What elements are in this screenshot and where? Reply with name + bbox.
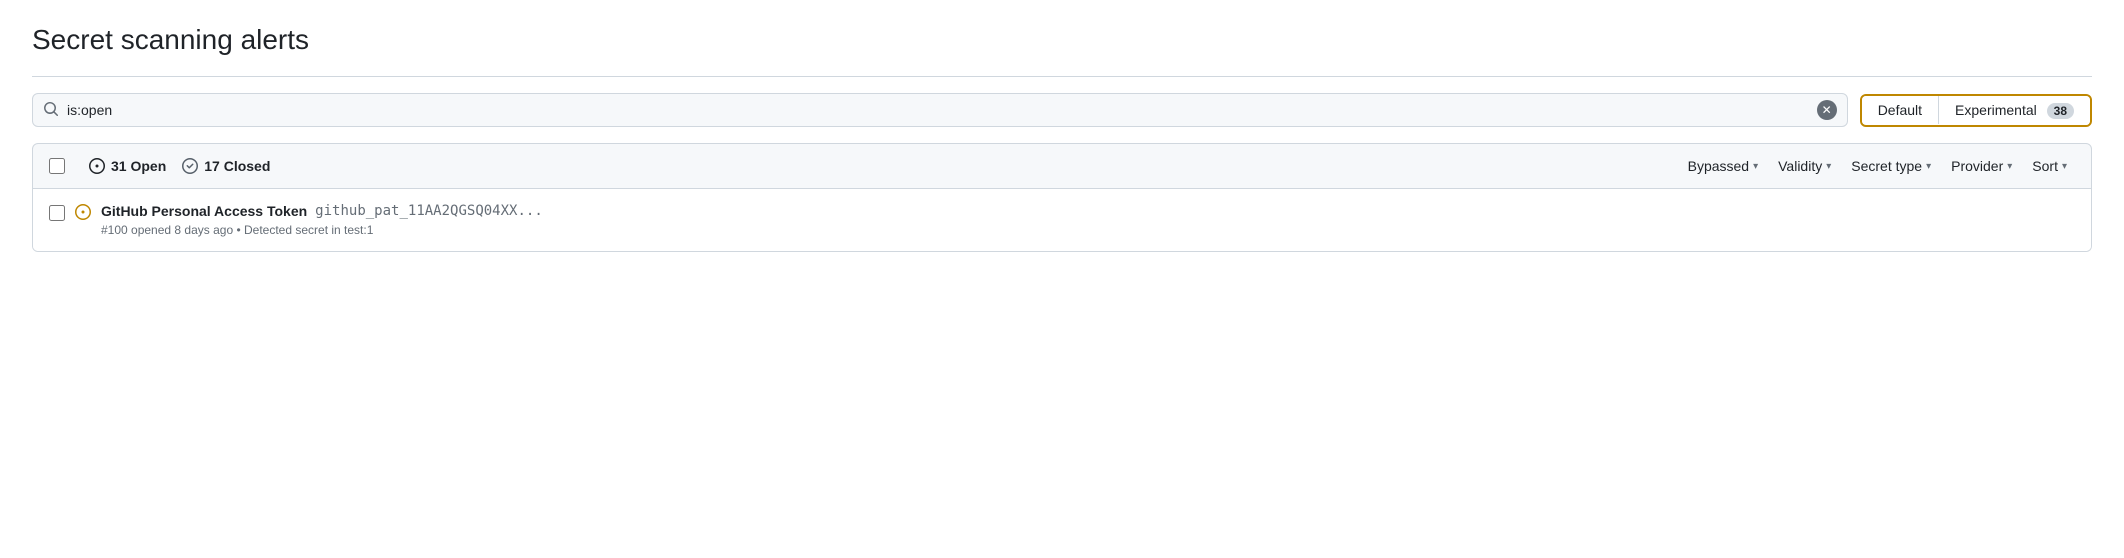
bypassed-chevron-icon: ▾: [1753, 161, 1758, 172]
page-title: Secret scanning alerts: [32, 24, 2092, 56]
sort-chevron-icon: ▾: [2062, 161, 2067, 172]
experimental-count-badge: 38: [2047, 103, 2074, 119]
alert-item: GitHub Personal Access Token github_pat_…: [33, 189, 2091, 251]
secret-type-chevron-icon: ▾: [1926, 161, 1931, 172]
alert-title-row: GitHub Personal Access Token github_pat_…: [101, 203, 2075, 219]
search-icon: [43, 101, 59, 120]
search-clear-button[interactable]: ✕: [1817, 100, 1837, 120]
select-all-wrapper: [49, 158, 65, 174]
select-all-checkbox[interactable]: [49, 158, 65, 174]
alert-title[interactable]: GitHub Personal Access Token: [101, 203, 307, 219]
provider-filter-button[interactable]: Provider ▾: [1943, 154, 2020, 178]
alert-content: GitHub Personal Access Token github_pat_…: [101, 203, 2075, 237]
closed-status-icon: [182, 158, 198, 174]
search-input[interactable]: [67, 102, 1809, 118]
open-status-icon: [89, 158, 105, 174]
alert-secret-icon: [75, 204, 91, 220]
tab-default[interactable]: Default: [1862, 96, 1939, 124]
search-wrapper: ✕: [32, 93, 1848, 127]
sort-filter-button[interactable]: Sort ▾: [2024, 154, 2075, 178]
alert-checkbox[interactable]: [49, 205, 65, 221]
secret-type-filter-button[interactable]: Secret type ▾: [1843, 154, 1939, 178]
toolbar-filters: Bypassed ▾ Validity ▾ Secret type ▾ Prov…: [1680, 154, 2075, 178]
tab-group: Default Experimental 38: [1860, 94, 2092, 127]
open-status-button[interactable]: 31 Open: [89, 158, 166, 174]
toolbar: 31 Open 17 Closed Bypassed ▾ Validity ▾ …: [32, 143, 2092, 189]
validity-chevron-icon: ▾: [1826, 161, 1831, 172]
alert-list: GitHub Personal Access Token github_pat_…: [32, 189, 2092, 252]
alert-meta: #100 opened 8 days ago • Detected secret…: [101, 223, 2075, 237]
search-row: ✕ Default Experimental 38: [32, 93, 2092, 127]
closed-status-button[interactable]: 17 Closed: [182, 158, 270, 174]
open-count-label: 31 Open: [111, 158, 166, 174]
bypassed-filter-button[interactable]: Bypassed ▾: [1680, 154, 1767, 178]
tab-experimental[interactable]: Experimental 38: [1939, 96, 2090, 125]
closed-count-label: 17 Closed: [204, 158, 270, 174]
toolbar-left: 31 Open 17 Closed: [49, 158, 1680, 174]
alert-token: github_pat_11AA2QGSQ04XX...: [315, 203, 543, 219]
provider-chevron-icon: ▾: [2007, 161, 2012, 172]
validity-filter-button[interactable]: Validity ▾: [1770, 154, 1839, 178]
